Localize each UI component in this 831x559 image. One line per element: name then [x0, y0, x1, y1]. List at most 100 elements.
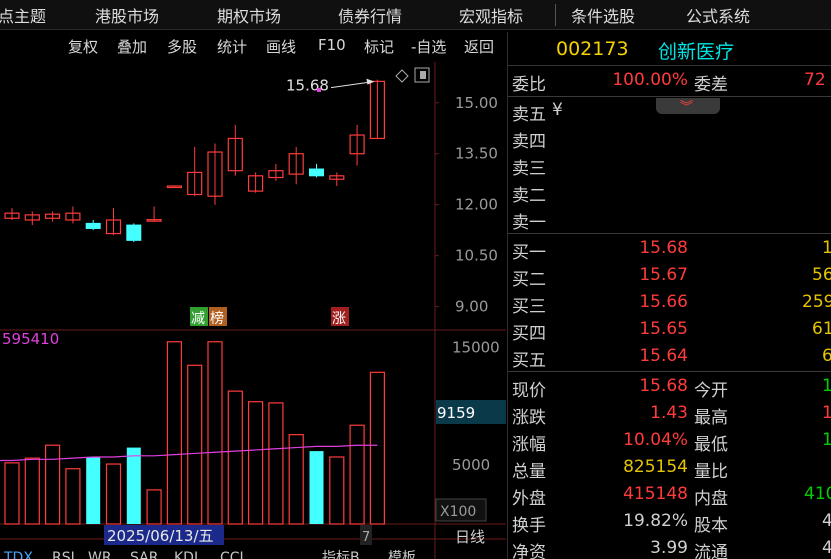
- ask-row-1: 卖一: [508, 206, 831, 233]
- candle: [126, 224, 142, 241]
- candle: [85, 222, 101, 229]
- stat-value: 415148: [623, 484, 688, 504]
- stat-label: 外盘: [512, 489, 546, 509]
- ask-label: 卖四: [512, 132, 546, 152]
- panel-toggle-icon-inner: [420, 71, 426, 79]
- volume-bar: [105, 463, 122, 525]
- indicator-tab: RSI: [52, 550, 75, 559]
- stat-row: 换手 19.82% 股本 4.: [508, 509, 831, 536]
- order-diff-value: 72: [804, 70, 826, 90]
- volume-bar: [248, 401, 264, 525]
- event-tag: 涨: [332, 311, 346, 327]
- toolbar-f10[interactable]: F10: [318, 36, 346, 54]
- stat-value: 1.43: [650, 403, 688, 423]
- stat-row: 总量 825154 量比: [508, 455, 831, 482]
- marker-dot: [317, 88, 321, 92]
- volume-bar: [309, 451, 324, 524]
- toolbar-multi-stock[interactable]: 多股: [167, 36, 197, 57]
- menu-item-hk-market[interactable]: 港股市场: [95, 3, 159, 27]
- bid-row-5: 买五 15.64 6: [508, 344, 831, 371]
- menu-item-options-market[interactable]: 期权市场: [217, 3, 281, 27]
- bid-row-4: 买四 15.65 61: [508, 317, 831, 344]
- ask-row-5: 卖五 ¥: [508, 98, 831, 125]
- bid-volume: 56: [812, 265, 831, 285]
- event-tag: 减: [191, 311, 205, 327]
- bid-volume: 259: [802, 292, 831, 312]
- ask-label: 卖二: [512, 186, 546, 206]
- toolbar-remove-watchlist[interactable]: -自选: [411, 36, 446, 57]
- stat-value: 825154: [623, 457, 688, 477]
- indicator-tab: KDJ: [174, 550, 198, 559]
- bid-row-1: 买一 15.68 1: [508, 236, 831, 263]
- bid-row-3: 买三 15.66 259: [508, 290, 831, 317]
- menu-item-formula-system[interactable]: 公式系统: [686, 3, 750, 27]
- stat-row: 净资 3.99 流通 4.: [508, 536, 831, 559]
- stat-value: 19.82%: [623, 511, 688, 531]
- high-arrow: [330, 81, 374, 89]
- toolbar-statistics[interactable]: 统计: [217, 36, 247, 57]
- bid-price: 15.67: [639, 265, 688, 285]
- price-tick-label: 15.00: [455, 94, 498, 112]
- diamond-icon: [395, 69, 409, 83]
- period-tab: 日线: [455, 528, 485, 546]
- stock-chart[interactable]: 15.0013.5012.0010.509.001500010000500015…: [0, 62, 506, 559]
- divider: [508, 233, 831, 234]
- ask-label: 卖三: [512, 159, 546, 179]
- stat-label: 股本: [694, 516, 728, 536]
- volume-tick-label: 15000: [452, 339, 500, 357]
- stat-label: 今开: [694, 381, 728, 401]
- multiplier-label: X100: [440, 504, 476, 520]
- stat-label: 净资: [512, 543, 546, 559]
- volume-bar: [126, 447, 141, 524]
- candle: [309, 168, 324, 177]
- event-tag: 榜: [210, 310, 224, 327]
- toolbar-restore-rights[interactable]: 复权: [68, 36, 98, 57]
- stat-label: 现价: [512, 381, 546, 401]
- volume-marker: 9159: [437, 404, 475, 422]
- indicator-tab: 指标B: [322, 550, 360, 559]
- stat-label: 涨幅: [512, 435, 546, 455]
- toolbar-mark[interactable]: 标记: [364, 36, 394, 57]
- stat-value: 15.68: [639, 376, 688, 396]
- bid-price: 15.64: [639, 346, 688, 366]
- bid-row-2: 买二 15.67 56: [508, 263, 831, 290]
- toolbar-back[interactable]: 返回: [464, 36, 494, 57]
- stat-value: 410: [804, 484, 831, 504]
- menu-item-bond-quotes[interactable]: 债券行情: [338, 3, 402, 27]
- stat-value: 4.: [822, 511, 831, 531]
- stat-label: 内盘: [694, 489, 728, 509]
- price-tick-label: 13.50: [455, 145, 498, 163]
- bid-price: 15.65: [639, 319, 688, 339]
- bid-volume: 1: [822, 238, 831, 258]
- menu-item-hot-topics[interactable]: 点主题: [0, 3, 46, 27]
- volume-bar: [268, 402, 284, 525]
- volume-bar: [86, 456, 101, 524]
- volume-bar: [207, 341, 223, 525]
- order-ratio-label: 委比: [512, 75, 546, 95]
- ask-row-2: 卖二: [508, 179, 831, 206]
- menu-item-macro-indicators[interactable]: 宏观指标: [459, 3, 523, 27]
- stat-value: 3.99: [650, 538, 688, 558]
- stat-label: 换手: [512, 516, 546, 536]
- indicator-tab: WR: [88, 550, 112, 559]
- indicator-tab: CCI: [220, 550, 244, 559]
- bid-price: 15.68: [639, 238, 688, 258]
- volume-bar: [44, 444, 61, 525]
- quote-header: 002173 创新医疗: [508, 32, 831, 66]
- bid-price: 15.66: [639, 292, 688, 312]
- date-label: 2025/06/13/五: [107, 527, 214, 545]
- bid-volume: 6: [822, 346, 831, 366]
- ask-row-3: 卖三: [508, 152, 831, 179]
- menu-item-stock-screener[interactable]: 条件选股: [571, 3, 635, 27]
- bid-volume: 61: [812, 319, 831, 339]
- ask-row-4: 卖四: [508, 125, 831, 152]
- quote-panel: 002173 创新医疗 委比 100.00% 委差 72 ︾ 卖五 ¥ 卖四 卖…: [507, 32, 831, 559]
- edge-label: 7: [362, 530, 370, 545]
- toolbar-overlay[interactable]: 叠加: [117, 36, 147, 57]
- price-tick-label: 9.00: [455, 298, 488, 316]
- menu-divider: [555, 4, 556, 26]
- indicator-tab: SAR: [130, 550, 159, 559]
- divider: [508, 96, 831, 97]
- bid-label: 买二: [512, 270, 546, 290]
- toolbar-draw-line[interactable]: 画线: [266, 36, 296, 57]
